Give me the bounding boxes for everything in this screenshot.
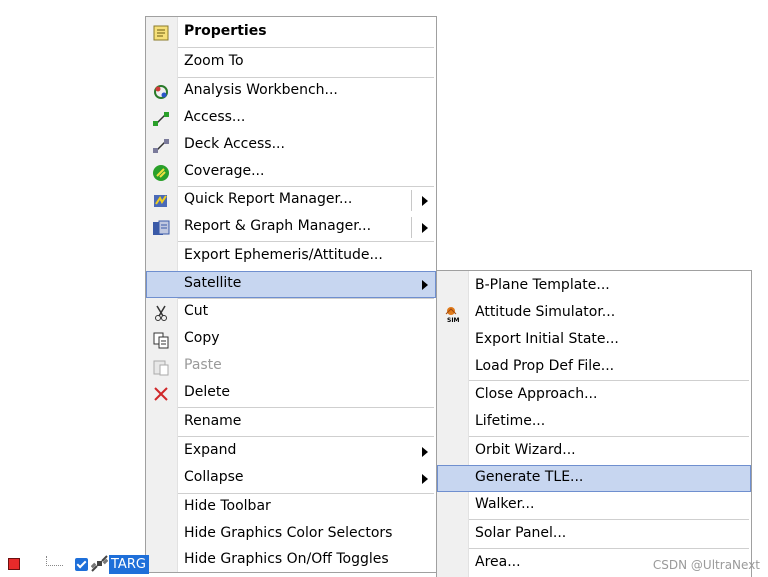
analysis-workbench-icon <box>154 85 168 99</box>
menu-separator <box>469 436 749 437</box>
scissors-icon <box>155 305 167 321</box>
submenu-item-generate-tle[interactable]: Generate TLE... <box>437 465 751 492</box>
menu-item-analysis-workbench[interactable]: Analysis Workbench... <box>146 78 436 105</box>
menu-separator <box>469 548 749 549</box>
menu-item-delete[interactable]: Delete <box>146 380 436 407</box>
object-tree-row[interactable]: TARG <box>0 552 150 577</box>
menu-separator <box>469 519 749 520</box>
menu-item-access[interactable]: Access... <box>146 105 436 132</box>
visibility-checkbox[interactable] <box>75 558 88 571</box>
menu-item-deck-access[interactable]: Deck Access... <box>146 132 436 159</box>
submenu-item-solar-panel[interactable]: Solar Panel... <box>437 521 751 548</box>
selected-object-label[interactable]: TARG <box>109 555 149 574</box>
submenu-item-lifetime[interactable]: Lifetime... <box>437 409 751 436</box>
menu-separator <box>469 380 749 381</box>
coverage-icon <box>153 165 169 181</box>
submenu-item-bplane-template[interactable]: B-Plane Template... <box>437 273 751 300</box>
menu-item-hide-onoff-toggles[interactable]: Hide Graphics On/Off Toggles <box>146 547 436 574</box>
menu-item-collapse[interactable]: Collapse <box>146 465 436 492</box>
submenu-divider <box>411 217 412 238</box>
menu-item-copy[interactable]: Copy <box>146 326 436 353</box>
watermark: CSDN @UltraNext <box>652 558 760 572</box>
menu-item-zoom-to[interactable]: Zoom To <box>146 49 436 76</box>
submenu-arrow-icon <box>422 196 428 206</box>
copy-icon <box>153 332 169 349</box>
submenu-item-attitude-simulator[interactable]: SIM Attitude Simulator... <box>437 300 751 327</box>
menu-separator <box>178 407 434 408</box>
satellite-submenu: B-Plane Template... SIM Attitude Simulat… <box>436 270 752 577</box>
menu-item-hide-toolbar[interactable]: Hide Toolbar <box>146 494 436 521</box>
menu-item-coverage[interactable]: Coverage... <box>146 159 436 186</box>
context-menu: Properties Zoom To Analysis Workbench...… <box>145 16 437 573</box>
submenu-item-export-initial-state[interactable]: Export Initial State... <box>437 327 751 354</box>
quick-report-icon <box>154 195 167 207</box>
svg-text:SIM: SIM <box>447 317 460 323</box>
menu-item-export-ephemeris[interactable]: Export Ephemeris/Attitude... <box>146 243 436 270</box>
submenu-divider <box>411 190 412 211</box>
submenu-item-close-approach[interactable]: Close Approach... <box>437 382 751 409</box>
menu-item-hide-color-selectors[interactable]: Hide Graphics Color Selectors <box>146 521 436 548</box>
menu-separator <box>178 241 434 242</box>
menu-separator <box>178 436 434 437</box>
properties-icon <box>153 25 169 41</box>
submenu-item-orbit-wizard[interactable]: Orbit Wizard... <box>437 438 751 465</box>
menu-item-report-graph-manager[interactable]: Report & Graph Manager... <box>146 214 436 241</box>
access-icon <box>153 112 169 126</box>
delete-x-icon <box>154 387 168 401</box>
menu-item-satellite[interactable]: Satellite <box>146 271 436 298</box>
submenu-arrow-icon <box>422 447 428 457</box>
menu-item-rename[interactable]: Rename <box>146 409 436 436</box>
submenu-arrow-icon <box>422 474 428 484</box>
attitude-simulator-icon: SIM <box>445 307 460 323</box>
menu-separator <box>178 47 434 48</box>
submenu-arrow-icon <box>422 280 428 290</box>
report-graph-icon <box>153 220 170 235</box>
paste-icon <box>153 360 169 376</box>
submenu-item-walker[interactable]: Walker... <box>437 492 751 519</box>
deck-access-icon <box>153 139 169 153</box>
satellite-icon <box>91 555 108 572</box>
submenu-item-load-prop-def[interactable]: Load Prop Def File... <box>437 354 751 381</box>
menu-item-quick-report-manager[interactable]: Quick Report Manager... <box>146 187 436 214</box>
submenu-arrow-icon <box>422 223 428 233</box>
color-selector-icon[interactable] <box>8 558 20 570</box>
menu-item-properties[interactable]: Properties <box>146 19 436 46</box>
menu-item-cut[interactable]: Cut <box>146 299 436 326</box>
menu-item-paste[interactable]: Paste <box>146 353 436 380</box>
menu-item-expand[interactable]: Expand <box>146 438 436 465</box>
tree-connector <box>46 556 63 566</box>
